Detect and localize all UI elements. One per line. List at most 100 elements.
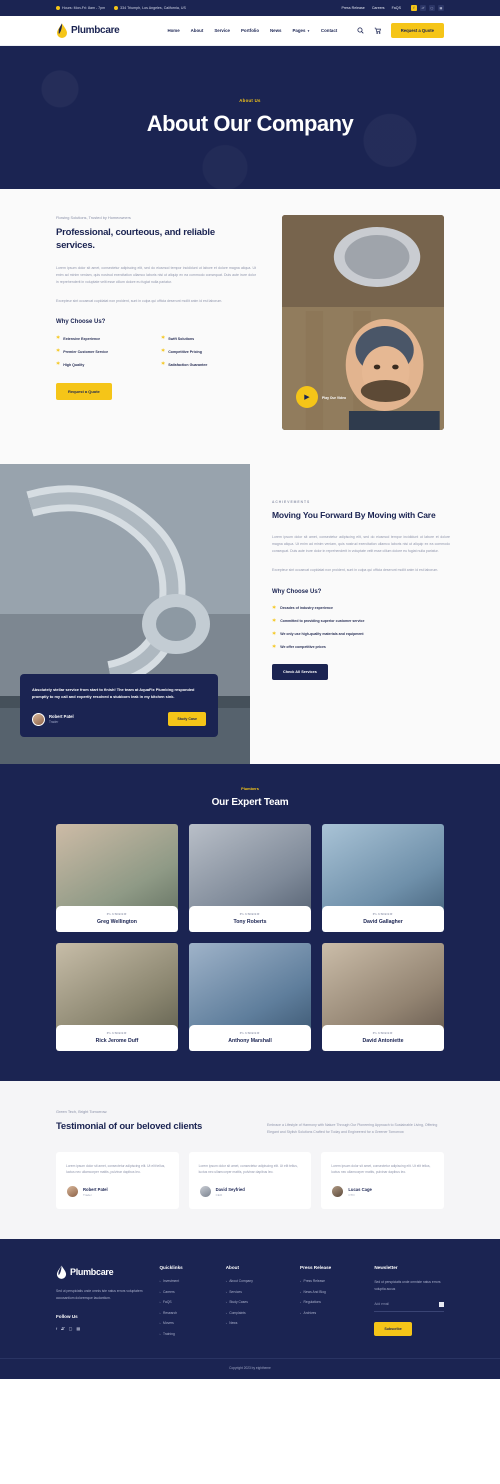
feature-testimonial-card: Absolutely stellar service from start to… — [20, 673, 218, 737]
instagram-icon[interactable]: ▢ — [69, 1326, 73, 1331]
team-eyebrow: Plumbers — [241, 786, 259, 791]
footer-link[interactable]: › Research — [159, 1311, 209, 1315]
top-link-careers[interactable]: Careers — [372, 6, 385, 10]
footer-link-label: Training — [162, 1331, 175, 1336]
chevron-right-icon: › — [300, 1279, 302, 1284]
footer-link-label: Study Cases — [229, 1300, 248, 1305]
team-member-name: Greg Wellington — [97, 919, 137, 925]
subscribe-button[interactable]: Subscribe — [374, 1321, 412, 1336]
top-link-press-release[interactable]: Press Release — [341, 6, 364, 10]
footer-link[interactable]: › Press Release — [300, 1279, 358, 1283]
check-all-services-button[interactable]: Check All Services — [272, 663, 328, 680]
page-root: Hours: Mon-Fri: 8am - 7pm 334 Triumph, L… — [0, 0, 500, 1380]
newsletter-title: Newsletter — [374, 1265, 398, 1271]
testimonial-author: Robert Patel Trader — [66, 1185, 169, 1199]
footer-logo[interactable]: Plumbcare — [56, 1265, 143, 1280]
request-quote-button[interactable]: Request a Quote — [390, 23, 444, 38]
nav-item-service[interactable]: Service — [214, 28, 230, 33]
facebook-icon[interactable]: f — [411, 5, 417, 11]
footer-link[interactable]: › About Company — [226, 1279, 284, 1283]
footer-logo-text: Plumbcare — [70, 1267, 114, 1278]
facebook-icon[interactable]: f — [56, 1326, 57, 1331]
search-icon[interactable] — [357, 27, 365, 35]
footer-follow-title: Follow Us — [56, 1314, 78, 1320]
testimonials-grid: Lorem ipsum dolor sit amet, consectetur … — [56, 1151, 444, 1210]
star-icon: ✶ — [161, 361, 166, 368]
star-icon: ✶ — [56, 361, 61, 368]
clock-icon — [56, 6, 60, 10]
twitter-icon[interactable]: 𝒳 — [420, 5, 426, 11]
study-case-button[interactable]: Study Case — [168, 712, 206, 726]
avatar — [331, 1185, 345, 1199]
team-member-card[interactable]: PLUMBER Rick Jerome Duff — [56, 943, 178, 1051]
cart-icon[interactable] — [374, 27, 382, 35]
footer-link[interactable]: › Movers — [159, 1321, 209, 1325]
team-member-card[interactable]: PLUMBER Anthony Marshall — [189, 943, 311, 1051]
check-item: ✶ We only use high-quality materials and … — [272, 631, 450, 637]
address-text: 334 Triumph, Los Angeles, California, US — [120, 6, 186, 10]
testimonial-name: Lucas Cage — [348, 1186, 372, 1192]
avatar — [32, 712, 45, 726]
nav-item-portfolio[interactable]: Portfolio — [241, 28, 259, 33]
star-icon: ✶ — [272, 643, 277, 650]
about-eyebrow: Flowing Solutions, Trusted by Homeowners — [56, 215, 131, 220]
chevron-right-icon: › — [225, 1321, 227, 1326]
feature-item: ✶ Competitive Pricing — [161, 349, 256, 354]
footer-link-label: About Company — [229, 1279, 253, 1284]
footer-link[interactable]: › Study Cases — [226, 1300, 284, 1304]
testimonials-heading-block: Green Tech, Bright Tomorrow. Testimonial… — [56, 1109, 241, 1134]
linkedin-icon[interactable]: ▦ — [76, 1326, 80, 1331]
testimonial-text: Lorem ipsum dolor sit amet, consectetur … — [198, 1163, 298, 1175]
footer-link[interactable]: › Archives — [300, 1311, 358, 1315]
about-request-quote-button[interactable]: Request a Quote — [56, 383, 112, 401]
footer-column-quicklinks: Quicklinks › Investment › Careers › FaQS › R… — [159, 1265, 209, 1342]
footer-newsletter: Newsletter Sed ut perspiciatis unde omni… — [374, 1265, 444, 1342]
logo[interactable]: Plumbcare — [56, 23, 120, 38]
play-icon[interactable]: ▶ — [296, 386, 318, 408]
footer-link[interactable]: › Complaints — [226, 1311, 284, 1315]
hero-eyebrow: About Us — [239, 98, 261, 103]
about-why-title: Why Choose Us? — [56, 319, 106, 326]
team-member-card[interactable]: PLUMBER Greg Wellington — [56, 824, 178, 932]
team-member-role: PLUMBER — [372, 912, 394, 916]
feature-item: ✶ High Quality — [56, 362, 151, 367]
footer-link[interactable]: › Careers — [159, 1290, 209, 1294]
team-member-card[interactable]: PLUMBER Tony Roberts — [189, 824, 311, 932]
footer-link[interactable]: › News And Blog — [300, 1290, 358, 1294]
send-icon[interactable] — [438, 1301, 444, 1307]
logo-text: Plumbcare — [71, 25, 120, 36]
footer-link[interactable]: › Regulations — [300, 1300, 358, 1304]
testimonial-role: CTO — [348, 1192, 355, 1197]
feature-label: Extensive Experience — [63, 336, 101, 341]
nav-item-pages[interactable]: Pages ▼ — [293, 28, 310, 33]
linkedin-icon[interactable]: ▦ — [438, 5, 444, 11]
footer-link-label: Investment — [162, 1279, 180, 1284]
hours-text: Hours: Mon-Fri: 8am - 7pm — [62, 6, 106, 10]
nav-item-home[interactable]: Home — [167, 28, 179, 33]
nav-item-about[interactable]: About — [191, 28, 204, 33]
achievements-check-list: ✶ Decades of industry experience ✶ Committ… — [272, 605, 450, 650]
about-video-card[interactable]: ▶ Play Our Video — [282, 215, 444, 430]
team-member-name: David Gallagher — [363, 919, 403, 925]
footer-link[interactable]: › Investment — [159, 1279, 209, 1283]
team-member-card[interactable]: PLUMBER David Gallagher — [322, 824, 444, 932]
nav-item-contact[interactable]: Contact — [321, 28, 337, 33]
email-field[interactable] — [374, 1302, 437, 1307]
chevron-right-icon: › — [300, 1289, 302, 1294]
about-paragraph-2: Excepteur sint occaecat cupidatat non pr… — [56, 299, 223, 304]
twitter-icon[interactable]: 𝒳 — [61, 1326, 64, 1331]
footer-column-title: Quicklinks — [159, 1265, 183, 1271]
footer-link[interactable]: › News — [226, 1321, 284, 1325]
footer-description: Sed ut perspiciatis unde omnis iste natu… — [56, 1289, 143, 1300]
instagram-icon[interactable]: ▢ — [429, 5, 435, 11]
about-content: Flowing Solutions, Trusted by Homeowners… — [56, 215, 256, 430]
footer-link[interactable]: › FaQS — [159, 1300, 209, 1304]
team-member-plate: PLUMBER Greg Wellington — [56, 906, 178, 932]
nav-item-news[interactable]: News — [270, 28, 281, 33]
footer-column-press-release: Press Release › Press Release › News And B… — [300, 1265, 358, 1342]
check-item: ✶ Committed to providing superior custome… — [272, 618, 450, 624]
team-member-card[interactable]: PLUMBER David Antoniette — [322, 943, 444, 1051]
footer-link[interactable]: › Training — [159, 1332, 209, 1336]
top-link-faqs[interactable]: FaQS — [392, 6, 401, 10]
footer-link[interactable]: › Services — [226, 1290, 284, 1294]
